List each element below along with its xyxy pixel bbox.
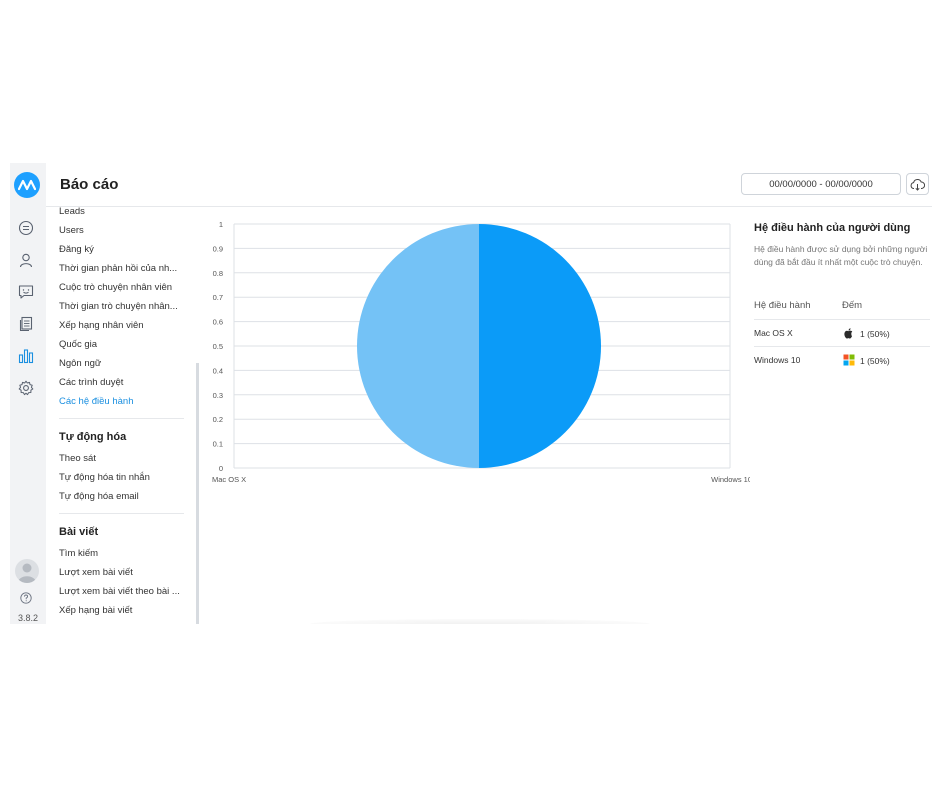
- y-tick-label: 0.9: [213, 244, 223, 253]
- nav-item-registrations[interactable]: Đăng ký: [59, 244, 94, 255]
- nav-item-article-views-by-article[interactable]: Lượt xem bài viết theo bài ...: [59, 586, 180, 597]
- y-tick-label: 0.4: [213, 366, 223, 375]
- nav-divider: [59, 513, 184, 514]
- y-tick-label: 0: [219, 464, 223, 473]
- date-range-picker[interactable]: 00/00/0000 - 00/00/0000: [741, 173, 901, 195]
- table-row-os: Windows 10: [754, 355, 801, 365]
- help-icon[interactable]: [20, 591, 32, 604]
- app-window: 3.8.2 Báo cáo 00/00/0000 - 00/00/0000 Le…: [10, 163, 932, 624]
- page-title: Báo cáo: [60, 176, 119, 193]
- apple-icon: [843, 326, 855, 339]
- app-logo[interactable]: [14, 172, 40, 198]
- table-divider: [754, 346, 930, 347]
- column-header-count: Đếm: [842, 300, 863, 311]
- cloud-download-icon: [910, 178, 925, 191]
- left-rail: 3.8.2: [10, 163, 46, 624]
- table-divider: [754, 319, 930, 320]
- column-header-os: Hệ điều hành: [754, 300, 811, 311]
- users-icon[interactable]: [17, 251, 35, 269]
- pie-slice-windows-10[interactable]: [479, 224, 601, 468]
- chat-bubble-icon[interactable]: [17, 283, 35, 301]
- settings-icon[interactable]: [17, 379, 35, 397]
- articles-icon[interactable]: [17, 315, 35, 333]
- x-tick-label: Mac OS X: [212, 475, 246, 484]
- nav-item-email-automation[interactable]: Tự động hóa email: [59, 491, 139, 502]
- nav-item-agent-conversations[interactable]: Cuộc trò chuyện nhân viên: [59, 282, 172, 293]
- table-row-os: Mac OS X: [754, 328, 793, 338]
- nav-item-leads[interactable]: Leads: [59, 207, 85, 217]
- nav-item-message-automation[interactable]: Tự động hóa tin nhắn: [59, 472, 150, 483]
- user-avatar[interactable]: [15, 559, 39, 583]
- nav-item-countries[interactable]: Quốc gia: [59, 339, 97, 350]
- nav-item-browsers[interactable]: Các trình duyệt: [59, 377, 123, 388]
- y-tick-label: 0.7: [213, 293, 223, 302]
- avatar-icon: [18, 563, 36, 583]
- pie-chart: 0 0.1 0.2 0.3 0.4 0.5 0.6 0.7 0.8 0.9 1 Mac OS X Wi…: [212, 220, 752, 484]
- decorative-shadow: [310, 619, 650, 624]
- reports-nav: Leads Users Đăng ký Thời gian phản hồi c…: [46, 207, 198, 624]
- row-count: 1 (50%): [860, 356, 890, 366]
- nav-item-searches[interactable]: Tìm kiếm: [59, 548, 98, 559]
- nav-scrollbar[interactable]: [196, 363, 199, 624]
- reports-icon[interactable]: [17, 347, 35, 365]
- download-report-button[interactable]: [906, 173, 929, 195]
- report-chart: 0 0.1 0.2 0.3 0.4 0.5 0.6 0.7 0.8 0.9 1 Mac OS X Wi…: [200, 207, 752, 497]
- panel-description: Hệ điều hành được sử dụng bởi những ngườ…: [754, 244, 928, 267]
- pie-slice-mac-os-x[interactable]: [357, 224, 479, 468]
- y-tick-label: 0.1: [213, 440, 223, 449]
- nav-item-article-views[interactable]: Lượt xem bài viết: [59, 567, 133, 578]
- row-count: 1 (50%): [860, 329, 890, 339]
- app-version: 3.8.2: [17, 613, 39, 623]
- x-tick-label: Windows 10: [711, 475, 750, 484]
- y-tick-label: 0.8: [213, 269, 223, 278]
- y-tick-label: 1: [219, 220, 223, 229]
- nav-item-article-ratings[interactable]: Xếp hạng bài viết: [59, 605, 132, 616]
- y-tick-label: 0.5: [213, 342, 223, 351]
- nav-heading-articles: Bài viết: [59, 526, 99, 538]
- panel-title: Hệ điều hành của người dùng: [754, 222, 911, 234]
- logo-mark-icon: [18, 179, 36, 191]
- nav-divider: [59, 418, 184, 419]
- nav-item-agent-response-time[interactable]: Thời gian phản hồi của nh...: [59, 263, 177, 274]
- windows-icon: [843, 353, 855, 366]
- nav-heading-automation: Tự động hóa: [59, 431, 127, 443]
- nav-item-agent-conversation-time[interactable]: Thời gian trò chuyện nhân...: [59, 301, 178, 312]
- nav-item-follow-up[interactable]: Theo sát: [59, 453, 96, 464]
- nav-item-agent-ratings[interactable]: Xếp hạng nhân viên: [59, 320, 144, 331]
- nav-item-operating-systems[interactable]: Các hệ điều hành: [59, 396, 133, 407]
- conversations-icon[interactable]: [17, 219, 35, 237]
- y-tick-label: 0.6: [213, 318, 223, 327]
- nav-item-languages[interactable]: Ngôn ngữ: [59, 358, 101, 369]
- nav-item-users[interactable]: Users: [59, 225, 84, 236]
- y-tick-label: 0.2: [213, 415, 223, 424]
- y-tick-label: 0.3: [213, 391, 223, 400]
